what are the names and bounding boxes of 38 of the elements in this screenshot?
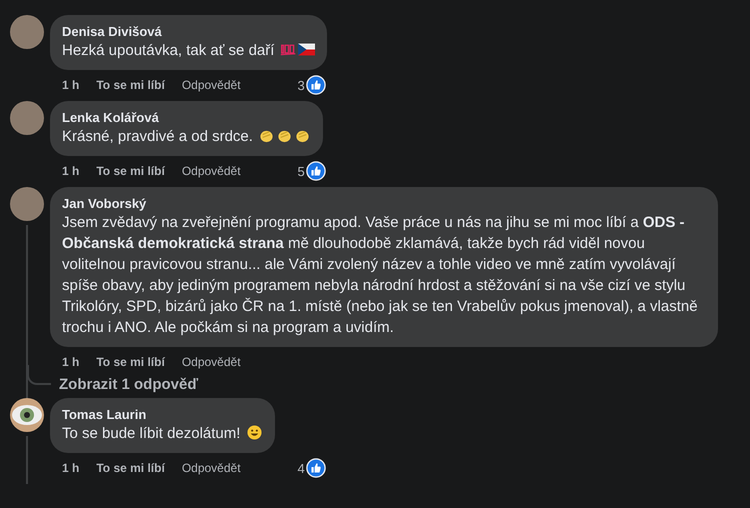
comment-text: Krásné, pravdivé a od srdce.: [62, 128, 253, 145]
timestamp[interactable]: 1 h: [62, 355, 80, 369]
author-name[interactable]: Denisa Divišová: [62, 23, 315, 40]
reaction-count[interactable]: 3: [298, 78, 305, 92]
reply-link[interactable]: Odpovědět: [182, 355, 241, 369]
like-link[interactable]: To se mi líbí: [96, 78, 165, 92]
avatar-eye-icon[interactable]: [10, 398, 44, 432]
avatar-photo-placeholder[interactable]: [10, 15, 44, 49]
clapping-hands-icon: [294, 128, 312, 143]
thumbs-up-icon[interactable]: [306, 75, 326, 95]
view-replies-link[interactable]: Zobrazit 1 odpověď: [59, 376, 198, 393]
like-link[interactable]: To se mi líbí: [96, 355, 165, 369]
timestamp[interactable]: 1 h: [62, 78, 80, 92]
flag-icon: [298, 42, 315, 57]
reply-link[interactable]: Odpovědět: [182, 461, 241, 475]
reply-link[interactable]: Odpovědět: [182, 164, 241, 178]
hundred-points-icon: [280, 42, 297, 57]
like-link[interactable]: To se mi líbí: [96, 164, 165, 178]
clapping-hands-icon: [276, 128, 294, 143]
avatar-photo-placeholder[interactable]: [10, 101, 44, 135]
author-name[interactable]: Jan Voborský: [62, 195, 706, 212]
comment-text: To se bude líbit dezolátum!: [62, 425, 240, 442]
thumbs-up-icon[interactable]: [306, 161, 326, 181]
thumbs-up-icon[interactable]: [306, 458, 326, 478]
timestamp[interactable]: 1 h: [62, 164, 80, 178]
author-name[interactable]: Tomas Laurin: [62, 406, 263, 423]
reaction-count[interactable]: 4: [298, 460, 305, 476]
reply-link[interactable]: Odpovědět: [182, 78, 241, 92]
clapping-hands-icon: [258, 128, 276, 143]
thread-connector-line: [27, 365, 51, 385]
like-link[interactable]: To se mi líbí: [96, 461, 165, 475]
comment-text: Hezká upoutávka, tak ať se daří: [62, 42, 274, 59]
comment-text: Jsem zvědavý na zveřejnění programu apod. Vaše práce u nás na jihu se mi moc líbí a ODS - Občanská demokratická strana mě dlouhodobě zklamává, takže bych rád viděl novou volitelnou pravicovou stranu... ale Vámi zvolený název a tohle video ve mně zatím vyvolávají spíše obavy, aby jediným programem nebyla národní hrdost a stěžování si na vše cizí ve stylu Trikolóry, SPD, bizárů jako ČR na 1. místě (nebo jak se ten Vrabelův pokus jmenoval), a vlastně trochu i ANO. Ale počkám si na program a uvidím.: [62, 214, 698, 336]
avatar-photo-placeholder[interactable]: [10, 187, 44, 221]
smiley-icon: [246, 425, 263, 440]
timestamp[interactable]: 1 h: [62, 461, 80, 475]
author-name[interactable]: Lenka Kolářová: [62, 109, 312, 126]
reaction-count[interactable]: 5: [298, 164, 305, 178]
